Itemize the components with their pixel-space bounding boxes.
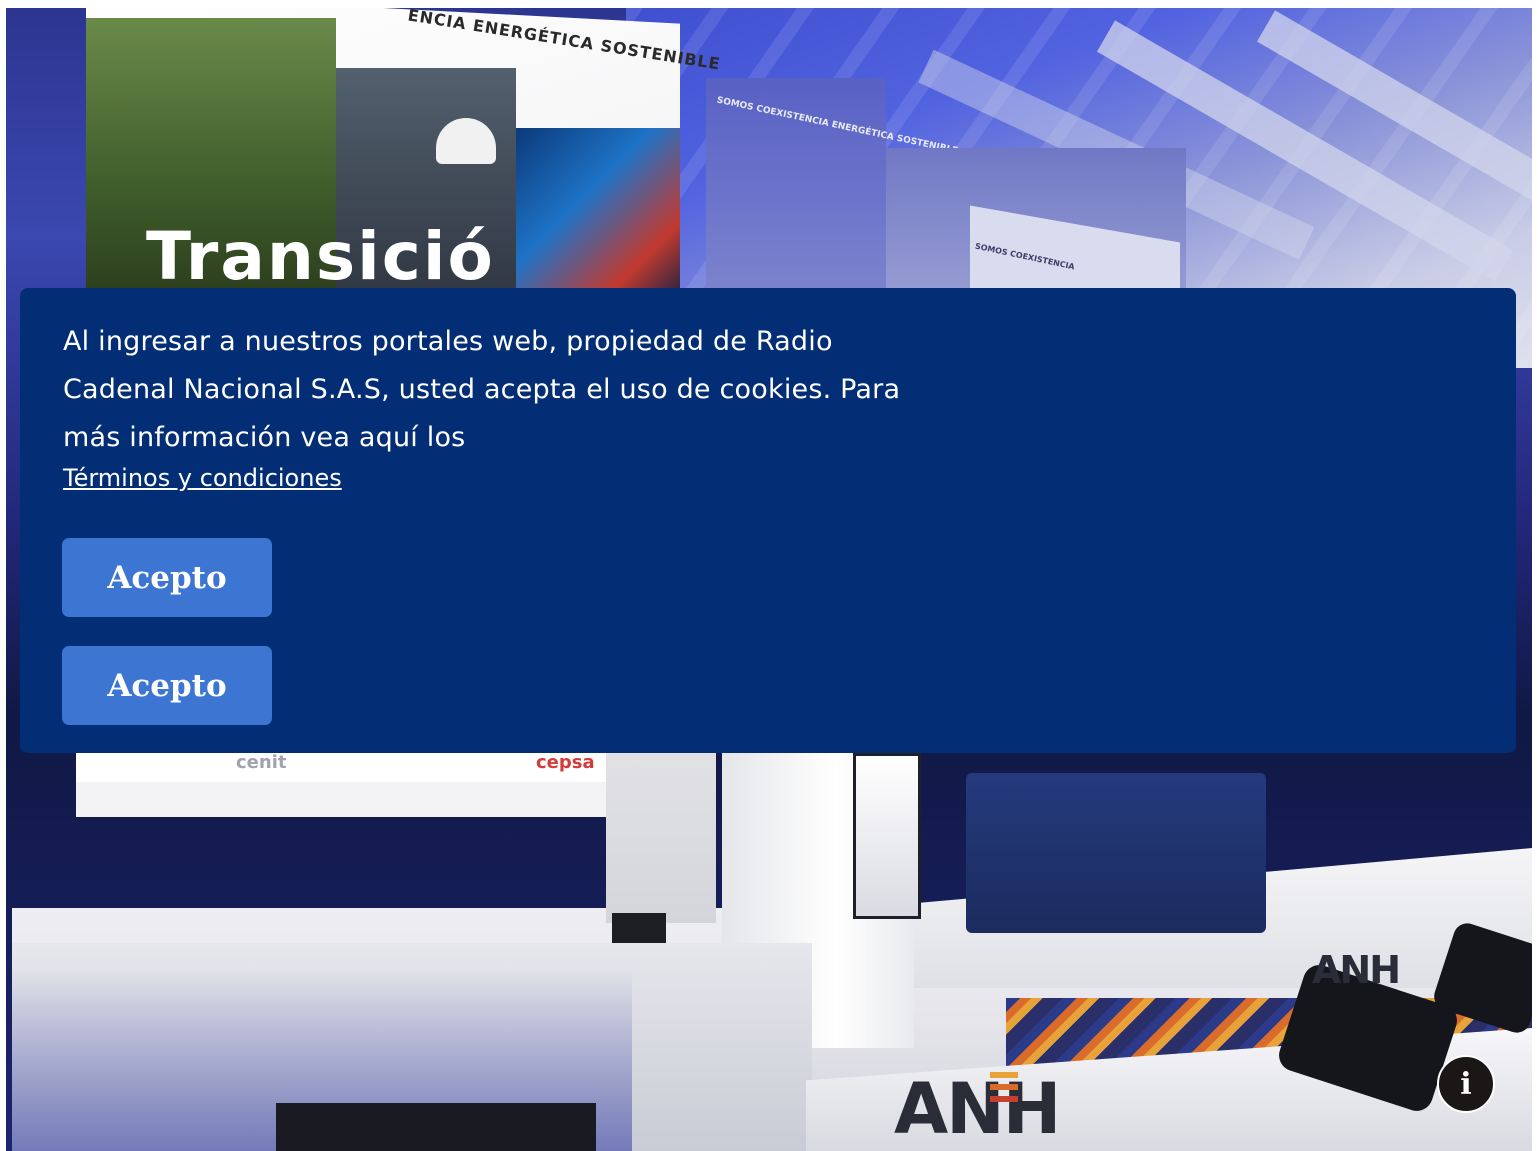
sponsor-logo: cenit [236,752,287,773]
sponsor-logos: cenit cepsa [76,748,606,782]
anh-logo: ANH [1312,948,1401,992]
podium-monitor [853,753,921,919]
info-icon: i [1460,1066,1472,1102]
banner-title: Transició [146,218,495,295]
anh-logo-stripe [990,1072,1018,1078]
info-button[interactable]: i [1437,1055,1495,1113]
accept-button-duplicate[interactable]: Acepto [62,646,272,725]
sponsor-logo: cepsa [536,752,595,773]
terms-link[interactable]: Términos y condiciones [63,464,342,492]
cookie-banner: Al ingresar a nuestros portales web, pro… [20,288,1516,645]
cookie-message: Al ingresar a nuestros portales web, pro… [63,326,901,453]
panel-table [966,773,1266,933]
anh-logo: ANH [894,1068,1061,1150]
anh-logo-stripe [990,1084,1018,1090]
accept-button[interactable]: Acepto [62,538,272,617]
stage-stairs [276,1103,596,1151]
banner-photo [516,128,680,308]
anh-logo-stripe [990,1096,1018,1102]
